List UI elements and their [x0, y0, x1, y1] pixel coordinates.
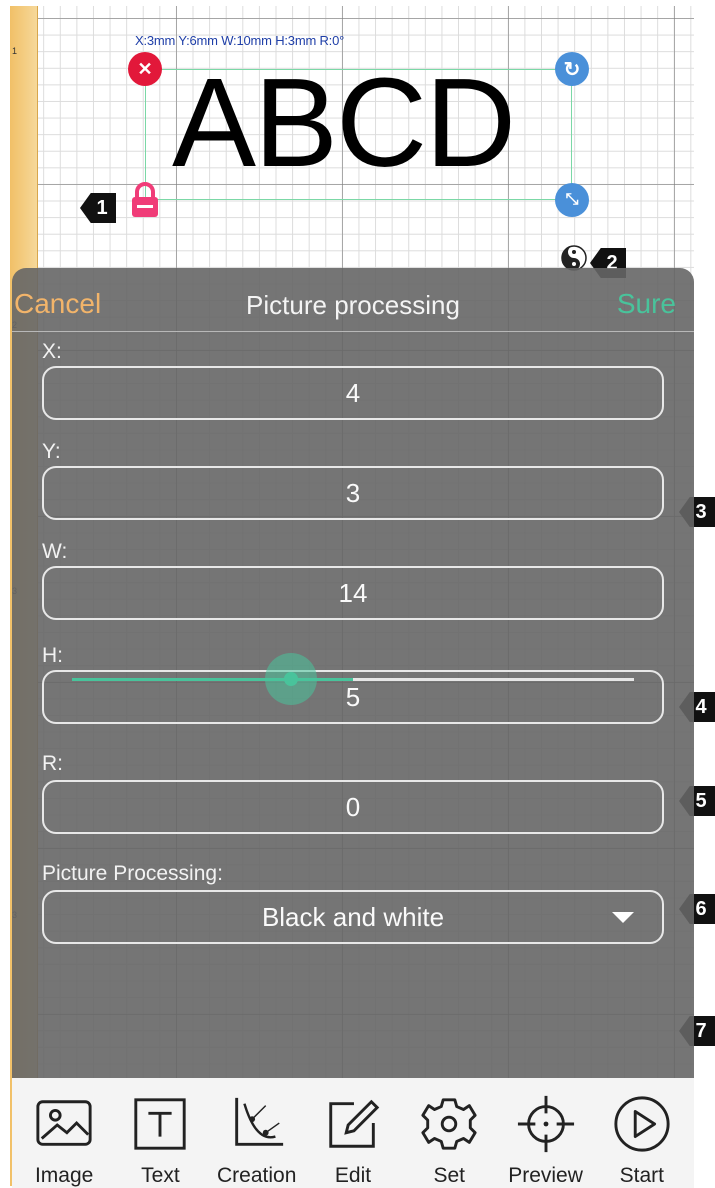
slider-thumb-dot	[284, 672, 298, 686]
picture-processing-dialog: Cancel Picture processing Sure X: 4 Y: 3…	[12, 268, 694, 1078]
y-label: Y:	[42, 440, 61, 463]
dialog-header: Cancel Picture processing Sure	[12, 268, 694, 332]
toolbar-image-button[interactable]: Image	[17, 1078, 111, 1188]
toolbar-set-button[interactable]: Set	[402, 1078, 496, 1188]
bottom-toolbar: Image Text Creation Edit Set Preview Sta…	[12, 1078, 694, 1188]
threshold-slider-track[interactable]	[72, 678, 634, 681]
toolbar-edit-button[interactable]: Edit	[306, 1078, 400, 1188]
toolbar-text-label: Text	[141, 1164, 180, 1187]
y-input[interactable]: 3	[42, 466, 664, 520]
edit-icon	[329, 1099, 380, 1148]
toolbar-creation-label: Creation	[217, 1164, 297, 1187]
w-input[interactable]: 14	[42, 566, 664, 620]
lock-icon[interactable]	[128, 181, 162, 219]
processing-label: Picture Processing:	[42, 862, 223, 885]
creation-icon	[234, 1097, 283, 1146]
play-icon	[614, 1096, 670, 1152]
threshold-slider-thumb[interactable]	[265, 653, 317, 705]
x-input[interactable]: 4	[42, 366, 664, 420]
crosshair-icon	[517, 1095, 574, 1153]
gear-icon	[421, 1098, 477, 1150]
toolbar-start-button[interactable]: Start	[595, 1078, 689, 1188]
ruler-mark: 1	[12, 46, 18, 56]
chevron-down-icon	[612, 912, 634, 923]
toolbar-set-label: Set	[433, 1164, 466, 1187]
processing-value: Black and white	[261, 901, 445, 932]
toolbar-text-button[interactable]: Text	[113, 1078, 207, 1188]
image-icon	[36, 1100, 92, 1146]
x-label: X:	[42, 340, 62, 363]
h-label: H:	[42, 644, 63, 667]
resize-icon[interactable]: ⤡	[555, 183, 589, 217]
rotate-icon[interactable]: ↻	[555, 52, 589, 86]
toolbar-creation-button[interactable]: Creation	[210, 1078, 304, 1188]
toolbar-start-label: Start	[619, 1164, 664, 1187]
close-icon[interactable]: ✕	[128, 52, 162, 86]
text-object[interactable]: ABCD	[172, 60, 516, 186]
toolbar-preview-button[interactable]: Preview	[499, 1078, 593, 1188]
toolbar-edit-label: Edit	[334, 1164, 372, 1187]
text-icon	[134, 1098, 187, 1150]
toolbar-preview-label: Preview	[508, 1164, 583, 1187]
toolbar-image-label: Image	[34, 1164, 94, 1187]
sure-button[interactable]: Sure	[617, 288, 676, 320]
r-label: R:	[42, 752, 63, 775]
r-input[interactable]: 0	[42, 780, 664, 834]
processing-select[interactable]: Black and white	[42, 890, 664, 944]
w-label: W:	[42, 540, 68, 563]
size-readout: X:3mm Y:6mm W:10mm H:3mm R:0°	[135, 33, 345, 48]
dialog-title: Picture processing	[246, 290, 460, 320]
